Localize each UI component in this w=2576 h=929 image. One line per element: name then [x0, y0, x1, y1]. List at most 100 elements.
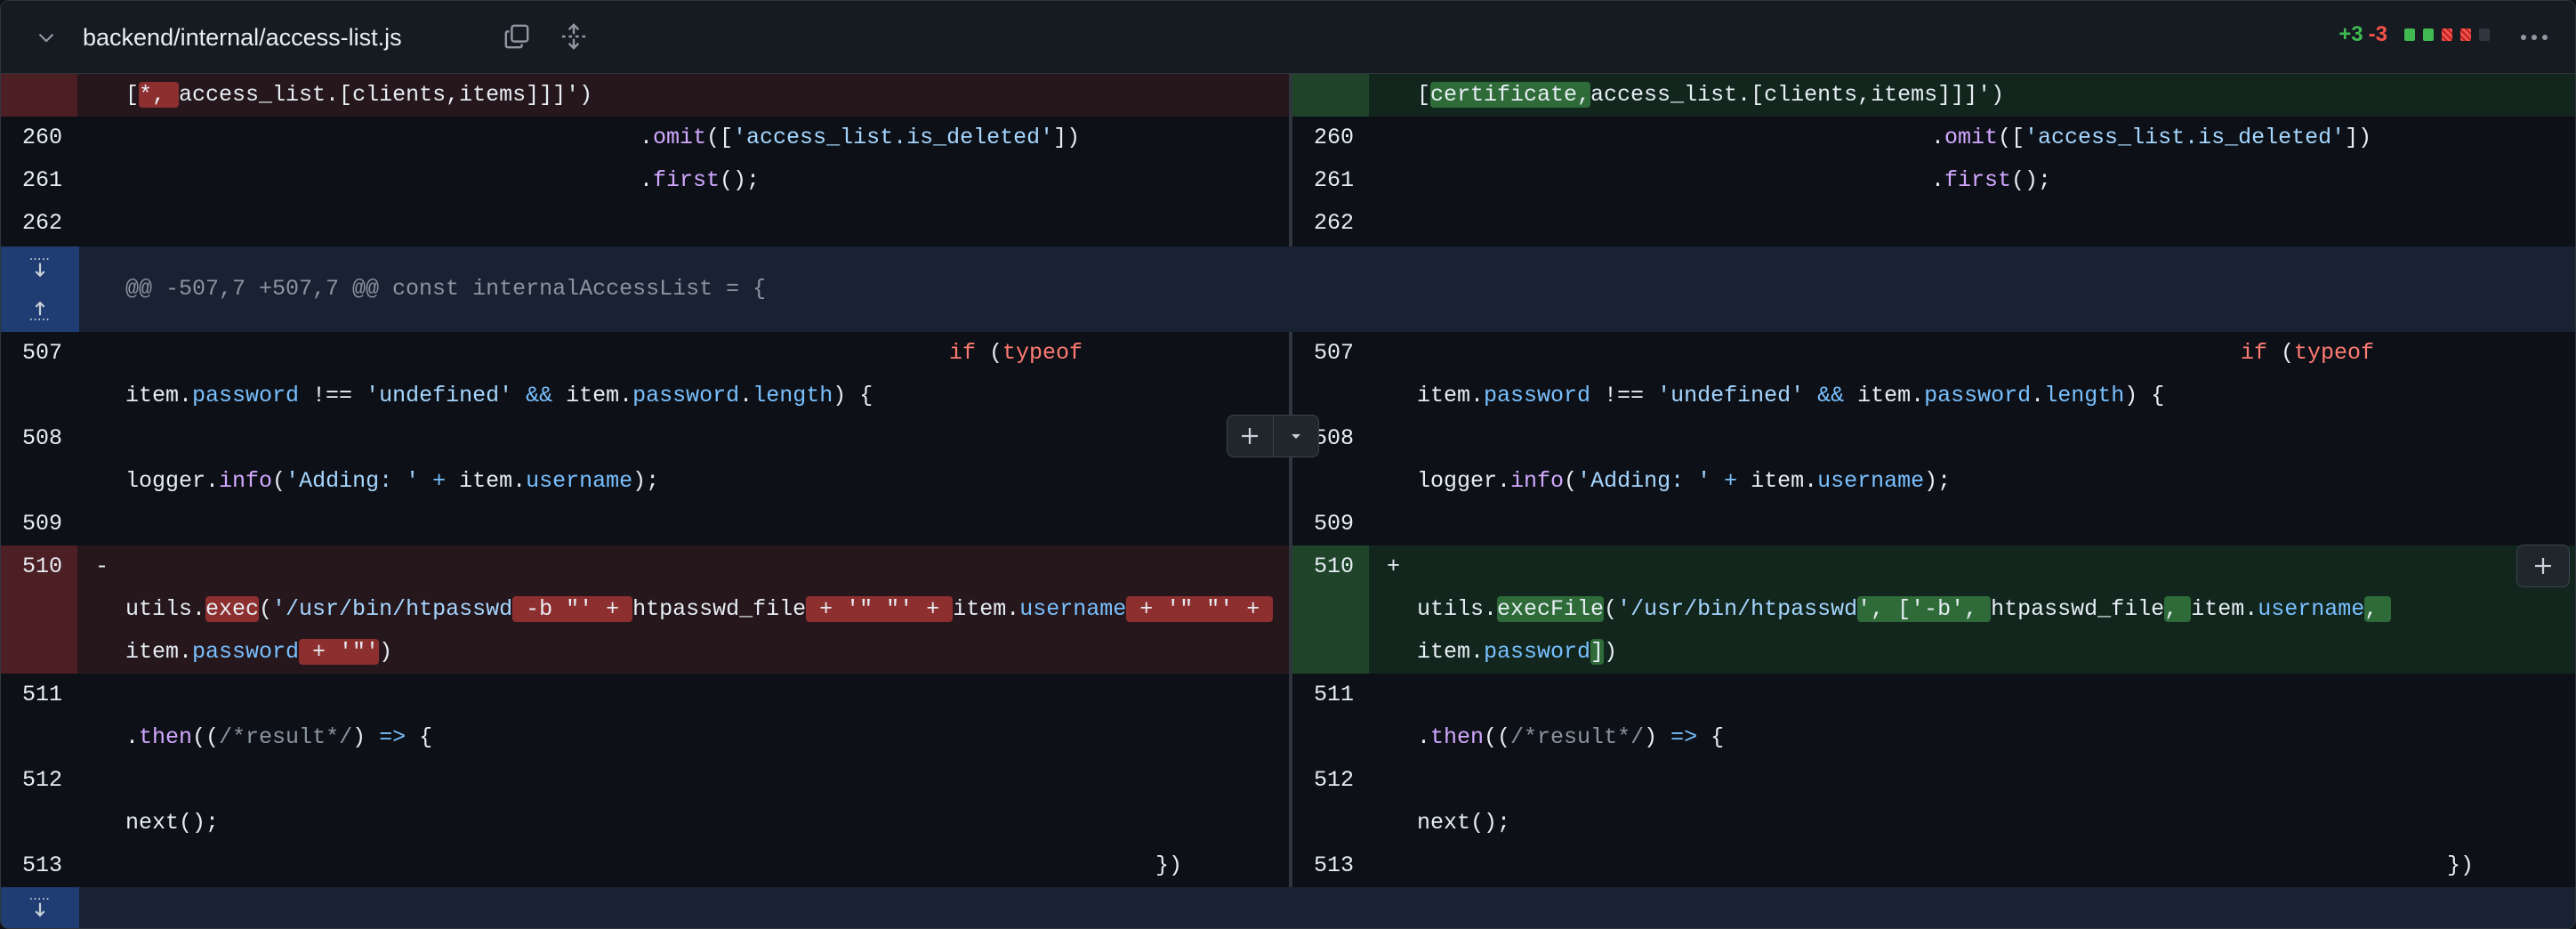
added-line[interactable]: 510 + utils.execFile('/usr/bin/htpasswd'…	[1292, 545, 2575, 674]
diff-line[interactable]: logger.info('Adding: ' + item.username);	[1, 460, 1289, 503]
line-number[interactable]: 511	[1292, 674, 1369, 716]
diff-line[interactable]: .then((/*result*/) => {	[1, 716, 1289, 759]
diff-sign: +	[1387, 553, 1401, 579]
line-number[interactable]: 260	[1, 117, 77, 159]
code-line: })	[1155, 852, 1183, 878]
line-number[interactable]: 261	[1292, 159, 1369, 202]
line-number[interactable]: 507	[1292, 332, 1369, 375]
diffstat-block	[2442, 28, 2452, 41]
line-number[interactable]	[1292, 74, 1369, 117]
plus-icon[interactable]	[1228, 416, 1273, 456]
code-line: .omit(['access_list.is_deleted'])	[1931, 125, 2372, 150]
code-line: .omit(['access_list.is_deleted'])	[640, 125, 1081, 150]
line-number[interactable]: 508	[1, 417, 77, 460]
code-line: item.password !== 'undefined' && item.pa…	[1417, 383, 2165, 408]
diff-line[interactable]: 508	[1, 417, 1289, 460]
line-number[interactable]: 513	[1, 844, 77, 887]
diff-line[interactable]: 512	[1, 759, 1289, 802]
expand-down-icon[interactable]	[1, 888, 79, 928]
chevron-down-icon[interactable]	[33, 24, 60, 51]
diff-line[interactable]: .then((/*result*/) => {	[1292, 716, 2575, 759]
plus-icon[interactable]	[2516, 545, 2570, 587]
diff-line[interactable]: 260 .omit(['access_list.is_deleted'])	[1292, 117, 2575, 159]
code-line: .then((/*result*/) => {	[1417, 724, 1725, 750]
left-diff-pane: [*, access_list.[clients,items]]]') 260 …	[1, 74, 1289, 928]
line-number[interactable]: 512	[1, 759, 77, 802]
line-number[interactable]: 509	[1, 503, 77, 545]
line-number[interactable]	[1, 74, 77, 117]
code-line: .first();	[640, 167, 761, 193]
diff-line[interactable]: 513 })	[1, 844, 1289, 887]
diff-line[interactable]: 511	[1292, 674, 2575, 716]
code-line: })	[2447, 852, 2475, 878]
line-number	[1292, 460, 1369, 503]
diff-line[interactable]: [certificate,access_list.[clients,items]…	[1292, 74, 2575, 117]
expand-up-icon[interactable]	[1, 289, 79, 330]
diff-line[interactable]: 513 })	[1292, 844, 2575, 887]
additions-count: +3	[2339, 22, 2363, 46]
diff-line[interactable]: 260 .omit(['access_list.is_deleted'])	[1, 117, 1289, 159]
line-number	[1, 802, 77, 844]
right-diff-pane: [certificate,access_list.[clients,items]…	[1292, 74, 2575, 928]
line-number[interactable]: 507	[1, 332, 77, 375]
code-line: next();	[125, 810, 220, 836]
file-header: backend/internal/access-list.js +3 -3	[1, 1, 2575, 74]
hunk-expander	[1, 246, 79, 332]
diff-line[interactable]: 512	[1292, 759, 2575, 802]
diff-line[interactable]: 261 .first();	[1292, 159, 2575, 202]
line-number[interactable]: 512	[1292, 759, 1369, 802]
diff-line[interactable]: item.password !== 'undefined' && item.pa…	[1, 375, 1289, 417]
copy-icon[interactable]	[499, 19, 535, 54]
diff-line[interactable]: [*, access_list.[clients,items]]]')	[1, 74, 1289, 117]
chevron-down-icon[interactable]	[1272, 416, 1319, 456]
code-line: logger.info('Adding: ' + item.username);	[1417, 468, 1952, 494]
diff-line[interactable]: item.password !== 'undefined' && item.pa…	[1292, 375, 2575, 417]
diff-line[interactable]: 262	[1, 202, 1289, 245]
file-path[interactable]: backend/internal/access-list.js	[83, 20, 402, 54]
line-number	[1, 460, 77, 503]
diff-stats: +3 -3	[2339, 22, 2490, 47]
diffstat-block	[2460, 28, 2471, 41]
expand-down-icon[interactable]	[1, 248, 79, 289]
diff-line[interactable]: next();	[1292, 802, 2575, 844]
line-number[interactable]: 510	[1292, 545, 1369, 674]
line-number[interactable]: 260	[1292, 117, 1369, 159]
line-number[interactable]: 513	[1292, 844, 1369, 887]
kebab-icon[interactable]	[2515, 20, 2554, 54]
line-number	[1292, 375, 1369, 417]
diff-line[interactable]: 507 if (typeof	[1292, 332, 2575, 375]
deleted-line[interactable]: 510 - utils.exec('/usr/bin/htpasswd -b "…	[1, 545, 1289, 674]
line-number[interactable]: 510	[1, 545, 77, 674]
code-line: logger.info('Adding: ' + item.username);	[125, 468, 660, 494]
line-number[interactable]: 509	[1292, 503, 1369, 545]
diff-line[interactable]: 261 .first();	[1, 159, 1289, 202]
hunk-footer	[1, 887, 2575, 928]
expand-all-icon[interactable]	[556, 19, 592, 54]
diff-line[interactable]: logger.info('Adding: ' + item.username);	[1292, 460, 2575, 503]
diff-line[interactable]: 507 if (typeof	[1, 332, 1289, 375]
code-line: [*, access_list.[clients,items]]]')	[125, 82, 593, 108]
diffstat-block	[2404, 28, 2415, 41]
line-number	[1292, 716, 1369, 759]
code-line: if (typeof	[949, 340, 1083, 366]
diffstat-block	[2423, 28, 2434, 41]
hunk-header-text: @@ -507,7 +507,7 @@ const internalAccess…	[125, 276, 767, 302]
diff-line[interactable]: 511	[1, 674, 1289, 716]
line-number[interactable]: 511	[1, 674, 77, 716]
line-number	[1, 716, 77, 759]
code-line: .then((/*result*/) => {	[125, 724, 433, 750]
diff-file-view: backend/internal/access-list.js +3 -3 [*…	[0, 0, 2576, 929]
line-number[interactable]: 261	[1, 159, 77, 202]
code-line: [certificate,access_list.[clients,items]…	[1417, 82, 2005, 108]
diff-line[interactable]: 509	[1292, 503, 2575, 545]
diff-line[interactable]: 508	[1292, 417, 2575, 460]
line-number	[1, 375, 77, 417]
code-line: utils.exec('/usr/bin/htpasswd -b "' + ht…	[125, 596, 1274, 622]
code-line: item.password !== 'undefined' && item.pa…	[125, 383, 873, 408]
line-number[interactable]: 262	[1292, 202, 1369, 245]
diff-line[interactable]: 509	[1, 503, 1289, 545]
diff-line[interactable]: next();	[1, 802, 1289, 844]
code-line: if (typeof	[2241, 340, 2375, 366]
line-number[interactable]: 262	[1, 202, 77, 245]
diff-line[interactable]: 262	[1292, 202, 2575, 245]
